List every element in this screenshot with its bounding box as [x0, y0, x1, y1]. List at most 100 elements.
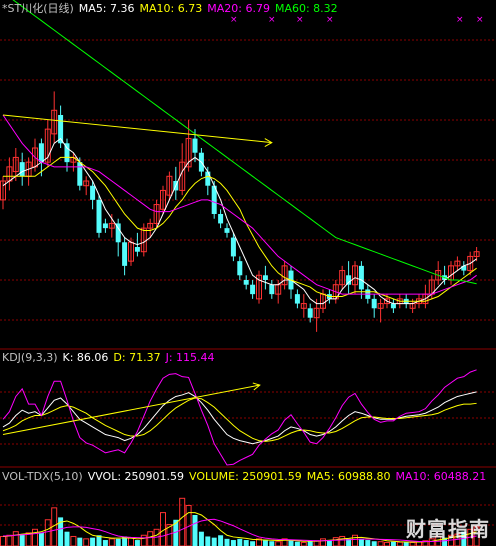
kdj-d-line — [2, 397, 477, 442]
vol-ma10-label: MA10: 60488.21 — [395, 470, 487, 483]
stock-chart: × × × × × × — [0, 0, 496, 546]
candle-body-down — [250, 284, 256, 295]
volume-bar-down — [218, 535, 224, 546]
volume-bar-up — [108, 538, 115, 546]
volume-bar-up — [384, 541, 390, 546]
volume-bar-up — [6, 534, 13, 546]
candle-body-down — [294, 294, 300, 304]
candle-body-down — [371, 298, 377, 309]
volume-bar-down — [38, 532, 44, 546]
volume-bar-down — [192, 515, 198, 546]
volume-bar-down — [19, 534, 25, 546]
ma60-label: MA60: 8.32 — [274, 2, 338, 15]
volume-bar-down — [269, 541, 275, 546]
event-marker: × — [230, 15, 238, 25]
volume-bar-up — [70, 535, 77, 546]
candle-body-down — [230, 237, 236, 257]
volume-bar-down — [307, 541, 313, 546]
vol-name-label: VOL-TDX(5,10) — [2, 470, 83, 483]
volume-bar-down — [77, 537, 83, 546]
vvol-label: VVOL: 250901.59 — [87, 470, 185, 483]
volume-bar-down — [102, 540, 108, 546]
event-marker: × — [296, 15, 304, 25]
volume-bar-up — [275, 541, 282, 546]
kdj-panel-header: KDJ(9,3,3) K: 86.06 D: 71.37 J: 115.44 — [2, 351, 220, 364]
candle-body-down — [224, 228, 230, 233]
ma20-label: MA20: 6.79 — [207, 2, 270, 15]
price-ma60-line — [12, 0, 477, 285]
volume-bar-down — [224, 538, 230, 546]
watermark-logo: 财富指南 — [406, 517, 490, 541]
volume-bar-down — [294, 541, 300, 546]
volume-label: VOLUME: 250901.59 — [189, 470, 302, 483]
volume-bar-down — [211, 537, 217, 546]
volume-bar-down — [198, 531, 204, 546]
candle-body-down — [102, 223, 108, 229]
volume-bar-up — [377, 541, 384, 546]
volume-bar-up — [332, 537, 339, 546]
volume-bar-up — [300, 541, 307, 546]
candle-body-down — [205, 171, 211, 186]
candle-body-down — [218, 214, 224, 224]
volume-bar-down — [403, 541, 409, 546]
candle-body-down — [243, 280, 249, 285]
event-marker: × — [456, 15, 464, 25]
event-marker: × — [326, 15, 334, 25]
candle-body-down — [38, 143, 44, 163]
d-value-label: D: 71.37 — [113, 351, 161, 364]
candle-body-down — [237, 261, 243, 276]
price-panel-header: *ST川化(日线) MA5: 7.36 MA10: 6.73 MA20: 6.79 MA… — [2, 2, 343, 15]
candle-body-down — [122, 242, 128, 266]
stock-name-label: *ST川化(日线) — [2, 2, 74, 15]
volume-bar-down — [134, 540, 140, 546]
volume-bar-up — [128, 537, 134, 546]
candle-body-down — [134, 247, 140, 252]
volume-bar-up — [396, 541, 403, 546]
candle-body-down — [96, 199, 102, 233]
candle-body-down — [390, 303, 396, 309]
vol-ma5-label: MA5: 60988.80 — [306, 470, 391, 483]
price-trendline — [2, 114, 272, 144]
volume-bar-up — [320, 538, 326, 546]
volume-bar-up — [32, 528, 38, 546]
event-marker: × — [476, 15, 484, 25]
volume-bar-up — [0, 535, 6, 546]
candle-body-down — [192, 138, 198, 153]
volume-bar-down — [358, 538, 364, 546]
candle-body-down — [90, 185, 96, 200]
ma5-label: MA5: 7.36 — [78, 2, 135, 15]
volume-bar-up — [83, 538, 90, 546]
volume-bar-down — [371, 541, 377, 546]
volume-bar-up — [352, 534, 358, 546]
candle-body-down — [269, 284, 275, 295]
ma10-label: MA10: 6.73 — [139, 2, 203, 15]
event-marker: × — [268, 15, 276, 25]
candle-body-down — [19, 162, 25, 177]
volume-bar-down — [90, 537, 96, 546]
volume-bar-down — [288, 540, 294, 546]
candle-body-down — [262, 275, 268, 280]
volume-bar-up — [12, 531, 19, 546]
volume-bar-down — [115, 538, 121, 546]
candle-body-down — [77, 162, 83, 186]
volume-bar-up — [339, 535, 346, 546]
candle-body-down — [307, 308, 313, 318]
candle-body-down — [358, 265, 364, 290]
kdj-name-label: KDJ(9,3,3) — [2, 351, 58, 364]
volume-bar-down — [262, 540, 268, 546]
j-value-label: J: 115.44 — [165, 351, 215, 364]
volume-bar-down — [243, 540, 249, 546]
volume-panel-header: VOL-TDX(5,10) VVOL: 250901.59 VOLUME: 2509… — [2, 470, 491, 483]
volume-bar-up — [140, 534, 147, 546]
volume-bar-down — [365, 540, 371, 546]
k-value-label: K: 86.06 — [62, 351, 109, 364]
volume-bar-down — [230, 540, 236, 546]
volume-bar-down — [250, 541, 256, 546]
candle-body-down — [346, 275, 352, 285]
volume-bar-down — [390, 541, 396, 546]
volume-bar-down — [64, 531, 70, 546]
volume-bar-down — [237, 538, 243, 546]
volume-bar-up — [147, 531, 154, 546]
volume-bar-down — [205, 536, 211, 546]
volume-bar-up — [409, 541, 416, 546]
